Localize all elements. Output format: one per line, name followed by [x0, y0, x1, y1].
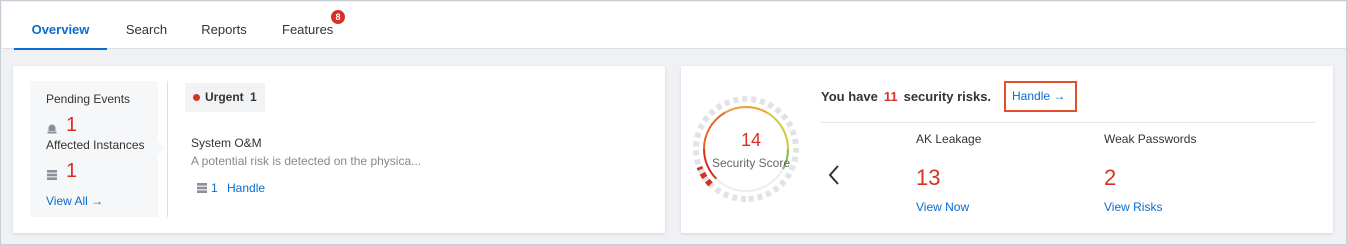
- server-icon: [197, 183, 207, 193]
- security-overview-frame: Overview Search Reports Features 8 Pendi…: [0, 0, 1347, 245]
- server-icon: [47, 170, 57, 180]
- pending-events-label: Pending Events: [46, 92, 131, 106]
- urgent-count: 1: [250, 90, 257, 104]
- tab-bar: Overview Search Reports Features 8: [2, 2, 1346, 50]
- urgent-dot-icon: [193, 94, 200, 101]
- ak-leakage-title: AK Leakage: [916, 132, 982, 146]
- event-item-count[interactable]: 1: [211, 181, 218, 195]
- tab-search-label: Search: [125, 22, 168, 37]
- events-card: Pending Events 1 Affected Instances 1 Vi…: [13, 66, 665, 233]
- pending-events-count: 1: [66, 114, 78, 136]
- security-score-label: Security Score: [711, 156, 791, 170]
- features-badge: 8: [331, 10, 345, 24]
- pending-events-icon: [47, 124, 57, 134]
- view-now-link[interactable]: View Now: [916, 200, 969, 214]
- view-all-link[interactable]: View All →: [46, 194, 103, 208]
- tab-search[interactable]: Search: [119, 2, 174, 49]
- urgent-label: Urgent: [205, 90, 244, 104]
- ak-leakage-value: 13: [916, 165, 941, 190]
- handle-risks-button[interactable]: Handle →: [1004, 81, 1077, 112]
- event-item-title: System O&M: [191, 136, 262, 150]
- event-handle-link[interactable]: Handle: [227, 181, 265, 195]
- tab-features[interactable]: Features 8: [282, 2, 345, 49]
- tab-reports[interactable]: Reports: [194, 2, 254, 49]
- handle-risks-label: Handle →: [1012, 89, 1066, 103]
- pending-events-box: Pending Events 1 Affected Instances 1 Vi…: [30, 81, 165, 217]
- events-divider: [167, 81, 168, 217]
- tab-overview-label: Overview: [31, 22, 90, 37]
- security-score-card: 14 Security Score You have 11 security ris…: [681, 66, 1333, 233]
- tab-overview[interactable]: Overview: [14, 2, 107, 50]
- affected-instances-count: 1: [66, 160, 78, 182]
- view-risks-link[interactable]: View Risks: [1104, 200, 1162, 214]
- weak-passwords-title: Weak Passwords: [1104, 132, 1197, 146]
- tab-reports-label: Reports: [201, 22, 247, 37]
- event-item-desc: A potential risk is detected on the phys…: [191, 154, 422, 168]
- risk-summary: You have 11 security risks.: [821, 89, 991, 104]
- risk-divider: [821, 122, 1315, 123]
- risk-summary-suffix: security risks.: [903, 89, 992, 104]
- affected-instances-label: Affected Instances: [46, 138, 145, 152]
- tab-features-label: Features: [282, 22, 334, 37]
- weak-passwords-value: 2: [1104, 165, 1117, 190]
- urgent-tag[interactable]: Urgent 1: [185, 83, 265, 112]
- chevron-left-icon[interactable]: [826, 163, 842, 187]
- risk-count: 11: [883, 89, 898, 104]
- risk-summary-prefix: You have: [821, 89, 878, 104]
- security-score-value: 14: [740, 130, 762, 150]
